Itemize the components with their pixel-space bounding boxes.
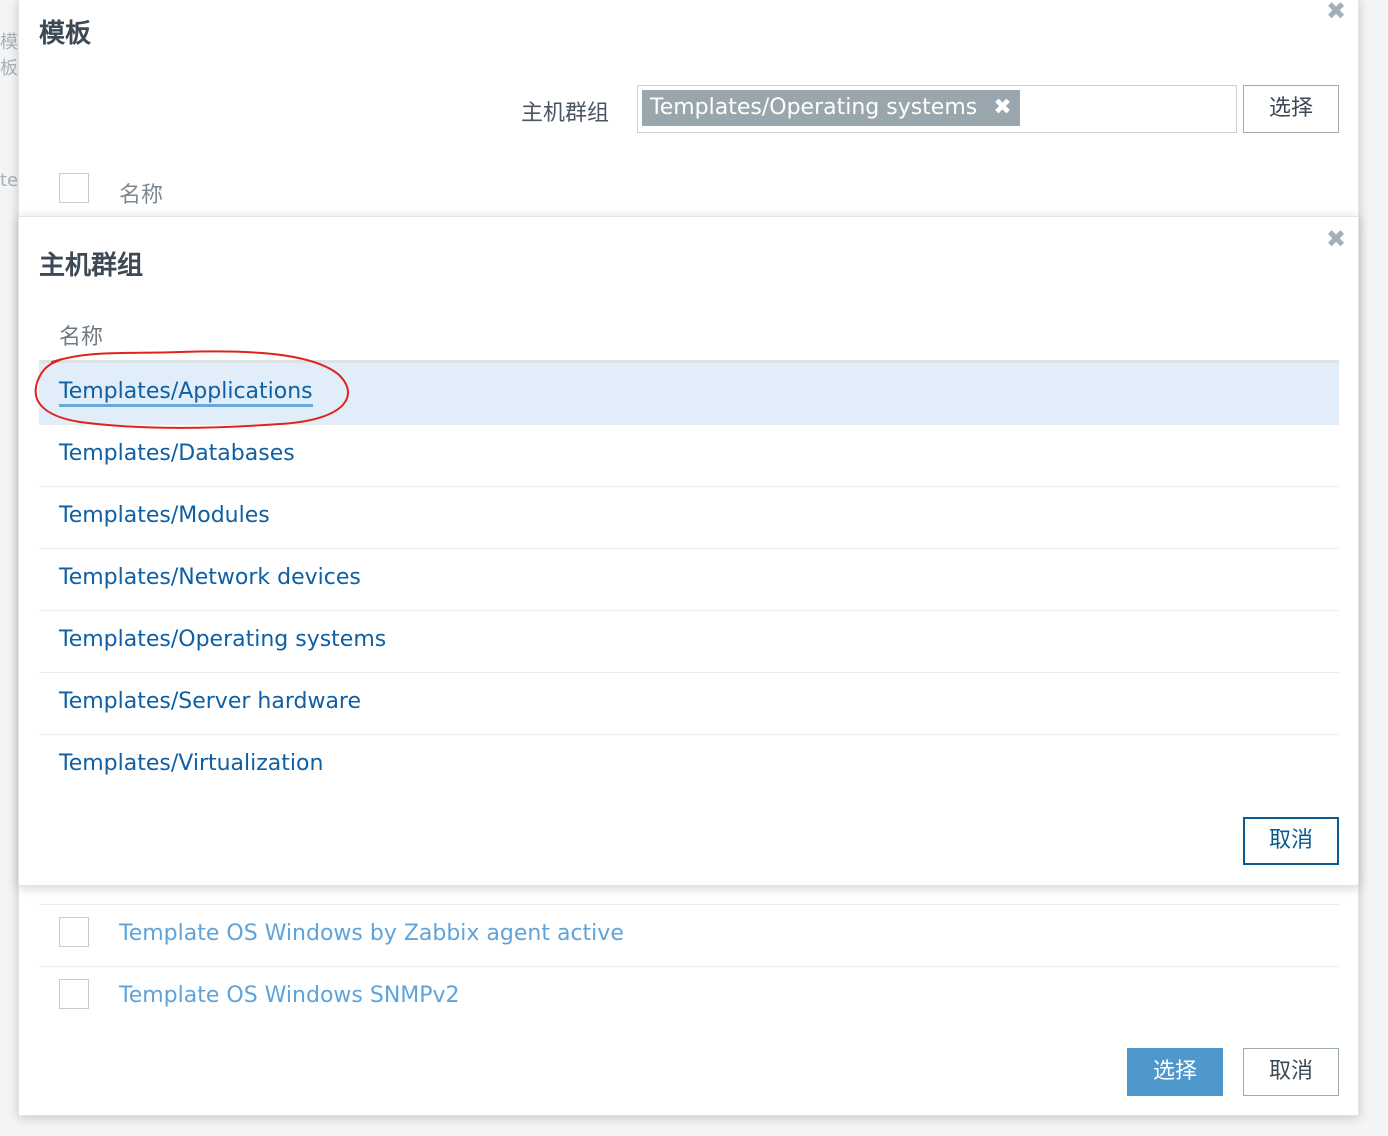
select-all-checkbox[interactable] [59,173,89,203]
dialog-title: 主机群组 [39,251,144,281]
tag-label: Templates/Operating systems [650,95,978,120]
row-checkbox[interactable] [59,917,89,947]
selected-group-tag: Templates/Operating systems ✖ [642,90,1020,126]
annotation-circle [34,350,349,429]
close-icon[interactable]: ✖ [1324,0,1348,23]
group-link[interactable]: Templates/Modules [59,503,270,528]
dialog-title: 模板 [39,19,92,49]
group-link[interactable]: Templates/Operating systems [59,627,386,652]
close-icon[interactable]: ✖ [1324,227,1348,251]
group-row: Templates/Modules [39,487,1339,549]
footer-select-button[interactable]: 选择 [1127,1048,1223,1096]
group-link[interactable]: Templates/Server hardware [59,689,361,714]
group-row: Templates/Server hardware [39,673,1339,735]
host-group-multiselect[interactable]: Templates/Operating systems ✖ [637,85,1237,133]
divider [39,904,1339,905]
group-row: Templates/Operating systems [39,611,1339,673]
host-group-label: 主机群组 [521,101,610,126]
remove-icon[interactable]: ✖ [993,90,1011,126]
group-row: Templates/Network devices [39,549,1339,611]
group-row: Templates/Databases [39,425,1339,487]
footer-cancel-button[interactable]: 取消 [1243,1048,1339,1096]
host-groups-dialog: 主机群组 ✖ 名称 Templates/Applications Templat… [18,216,1359,886]
template-link[interactable]: Template OS Windows by Zabbix agent acti… [119,921,624,946]
cancel-button[interactable]: 取消 [1243,817,1339,865]
group-link[interactable]: Templates/Network devices [59,565,361,590]
template-link[interactable]: Template OS Windows SNMPv2 [119,983,460,1008]
group-link[interactable]: Templates/Databases [59,441,295,466]
group-row: Templates/Virtualization [39,735,1339,797]
select-button[interactable]: 选择 [1243,85,1339,133]
name-column-header: 名称 [119,183,164,208]
divider [39,966,1339,967]
row-checkbox[interactable] [59,979,89,1009]
group-link[interactable]: Templates/Virtualization [59,751,323,776]
